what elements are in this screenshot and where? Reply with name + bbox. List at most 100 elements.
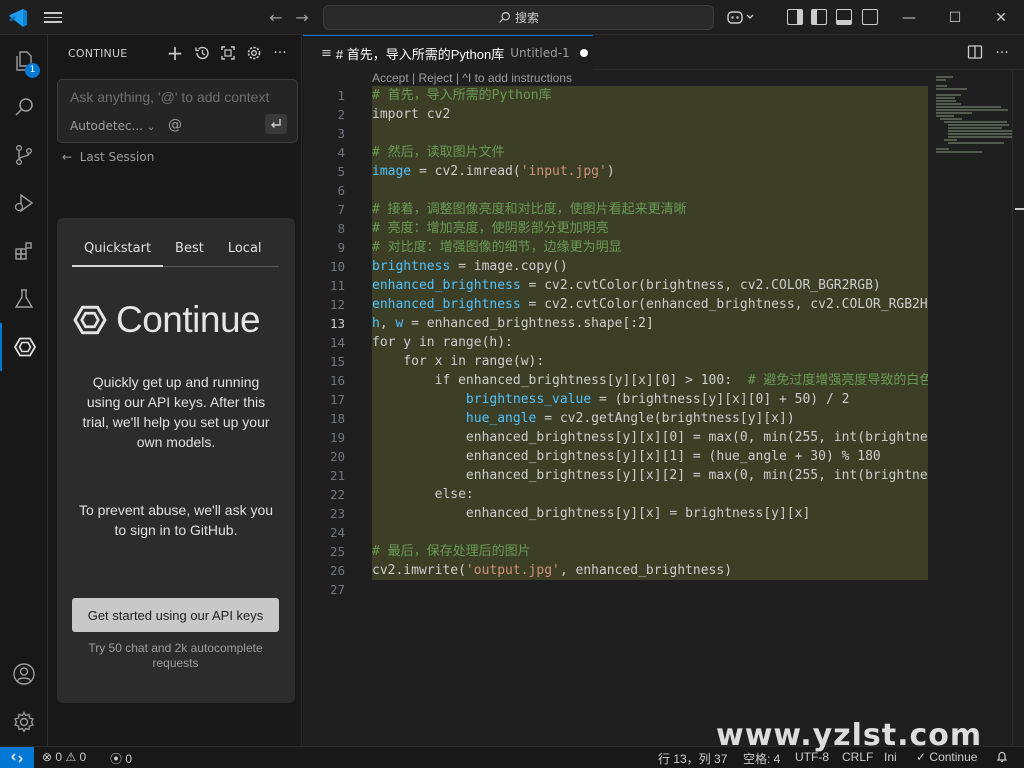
continue-view-button[interactable] xyxy=(0,323,48,371)
code-line[interactable]: brightness_value = (brightness[y][x][0] … xyxy=(372,390,928,409)
code-line[interactable]: enhanced_brightness[y][x][2] = max(0, mi… xyxy=(372,466,928,485)
onboarding-tabs: Quickstart Best Local xyxy=(72,241,279,267)
minimap-line xyxy=(936,109,1008,111)
activity-bar: 1 xyxy=(0,35,48,746)
line-number: 25 xyxy=(329,544,345,559)
minimap-line xyxy=(936,106,1001,108)
code-line[interactable] xyxy=(372,523,928,542)
line-number: 12 xyxy=(329,297,345,312)
error-icon: ⊗ xyxy=(42,750,53,764)
line-number: 13 xyxy=(329,316,345,331)
minimap-line xyxy=(948,142,1004,144)
toggle-panel-icon[interactable] xyxy=(836,9,852,25)
manage-button[interactable] xyxy=(0,702,48,742)
at-mention-button[interactable]: @ xyxy=(168,117,182,133)
layout-editor-icon[interactable] xyxy=(787,9,803,25)
line-number: 11 xyxy=(329,278,345,293)
code-line[interactable] xyxy=(372,181,928,200)
line-number: 18 xyxy=(329,411,345,426)
code-line[interactable]: # 亮度：增加亮度，使阴影部分更加明亮 xyxy=(372,219,928,238)
code-line[interactable]: # 接着，调整图像亮度和对比度，使图片看起来更清晰 xyxy=(372,200,928,219)
source-control-button[interactable] xyxy=(0,131,48,179)
close-icon[interactable]: ✕ xyxy=(978,0,1024,35)
get-started-button[interactable]: Get started using our API keys xyxy=(72,598,279,632)
line-number: 23 xyxy=(329,506,345,521)
title-bar: ← → 搜索 — ☐ ✕ xyxy=(0,0,1024,35)
code-line[interactable]: image = cv2.imread('input.jpg') xyxy=(372,162,928,181)
accounts-button[interactable] xyxy=(0,654,48,694)
code-content[interactable]: # 首先，导入所需的Python库 import cv2 # 然后，读取图片文件 i… xyxy=(372,86,928,599)
extensions-button[interactable] xyxy=(0,227,48,275)
line-number: 4 xyxy=(337,145,345,160)
code-line[interactable]: for y in range(h): xyxy=(372,333,928,352)
code-line[interactable]: enhanced_brightness[y][x][0] = max(0, mi… xyxy=(372,428,928,447)
remote-indicator[interactable] xyxy=(0,747,34,768)
code-line[interactable]: # 最后，保存处理后的图片 xyxy=(372,542,928,561)
split-editor-icon[interactable] xyxy=(966,44,984,62)
minimap-line xyxy=(948,130,1020,132)
more-actions-icon[interactable]: ··· xyxy=(271,44,289,62)
code-line[interactable]: h, w = enhanced_brightness.shape[:2] xyxy=(372,314,928,333)
code-line[interactable]: # 首先，导入所需的Python库 xyxy=(372,86,928,105)
code-line[interactable] xyxy=(372,124,928,143)
code-line[interactable]: # 对比度：增强图像的细节，边缘更为明显 xyxy=(372,238,928,257)
copilot-icon[interactable] xyxy=(726,8,758,28)
tab-local[interactable]: Local xyxy=(216,241,274,267)
code-line[interactable]: if enhanced_brightness[y][x][0] > 100: #… xyxy=(372,371,928,390)
warning-count: 0 xyxy=(79,750,87,764)
editor-tab-untitled-1[interactable]: ≡ # 首先，导入所需的Python库 Untitled-1 xyxy=(303,35,593,70)
tab-title: # 首先，导入所需的Python库 xyxy=(335,46,505,62)
history-icon[interactable] xyxy=(193,44,211,62)
code-editor[interactable]: Accept | Reject | ^I to add instructions… xyxy=(303,70,928,746)
minimap-line xyxy=(944,121,1007,123)
explorer-button[interactable]: 1 xyxy=(0,37,48,85)
model-selector[interactable]: Autodetec... ⌄ xyxy=(70,119,155,133)
minimap[interactable] xyxy=(928,70,1020,746)
testing-button[interactable] xyxy=(0,275,48,323)
forward-arrow-icon[interactable]: → xyxy=(292,8,312,28)
line-number-gutter: 1 2 3 4 5 6 7 8 9 10 11 12 13 14 15 16 17 18 19 20 21 22 23 24 2… xyxy=(303,86,353,599)
code-line[interactable]: brightness = image.copy() xyxy=(372,257,928,276)
search-icon xyxy=(15,98,33,116)
codelens-actions[interactable]: Accept | Reject | ^I to add instructions xyxy=(372,71,572,85)
code-line[interactable]: import cv2 xyxy=(372,105,928,124)
unsaved-dot-icon[interactable] xyxy=(579,49,588,57)
search-view-button[interactable] xyxy=(0,83,48,131)
tab-quickstart[interactable]: Quickstart xyxy=(72,241,164,267)
code-line[interactable]: cv2.imwrite('output.jpg', enhanced_brigh… xyxy=(372,561,928,580)
chat-input[interactable] xyxy=(70,89,288,105)
fullscreen-icon[interactable] xyxy=(219,44,237,62)
run-debug-button[interactable] xyxy=(0,179,48,227)
editor-scrollbar[interactable] xyxy=(1012,70,1024,746)
minimap-line xyxy=(948,127,1002,129)
minimap-line xyxy=(936,103,961,105)
settings-gear-icon[interactable] xyxy=(245,44,263,62)
line-number: 19 xyxy=(329,430,345,445)
code-line[interactable]: hue_angle = cv2.getAngle(brightness[y][x… xyxy=(372,409,928,428)
tab-best[interactable]: Best xyxy=(163,241,216,267)
minimap-line xyxy=(936,151,982,153)
code-line[interactable]: for x in range(w): xyxy=(372,352,928,371)
ports-indicator[interactable]: ⦿ 0 xyxy=(110,750,132,767)
bell-icon[interactable] xyxy=(996,750,1008,766)
more-editor-actions-icon[interactable]: ··· xyxy=(993,44,1011,62)
code-line[interactable]: else: xyxy=(372,485,928,504)
code-line[interactable]: enhanced_brightness = cv2.cvtColor(brigh… xyxy=(372,276,928,295)
command-center-search[interactable]: 搜索 xyxy=(323,5,714,30)
new-session-icon[interactable]: + xyxy=(166,41,184,65)
code-line[interactable] xyxy=(372,580,928,599)
panel-title: CONTINUE xyxy=(68,47,128,60)
toggle-secondary-sidebar-icon[interactable] xyxy=(862,9,878,25)
toggle-sidebar-icon[interactable] xyxy=(811,9,827,25)
submit-enter-button[interactable] xyxy=(265,114,287,134)
code-line[interactable]: enhanced_brightness = cv2.cvtColor(enhan… xyxy=(372,295,928,314)
last-session-link[interactable]: ← Last Session xyxy=(62,150,154,164)
maximize-icon[interactable]: ☐ xyxy=(932,0,978,35)
code-line[interactable]: # 然后，读取图片文件 xyxy=(372,143,928,162)
minimize-icon[interactable]: — xyxy=(886,0,932,35)
code-line[interactable]: enhanced_brightness[y][x][1] = (hue_angl… xyxy=(372,447,928,466)
code-line[interactable]: enhanced_brightness[y][x] = brightness[y… xyxy=(372,504,928,523)
problems-indicator[interactable]: ⊗ 0 ⚠ 0 xyxy=(42,750,86,764)
menu-icon[interactable] xyxy=(44,9,62,27)
back-arrow-icon[interactable]: ← xyxy=(266,8,286,28)
